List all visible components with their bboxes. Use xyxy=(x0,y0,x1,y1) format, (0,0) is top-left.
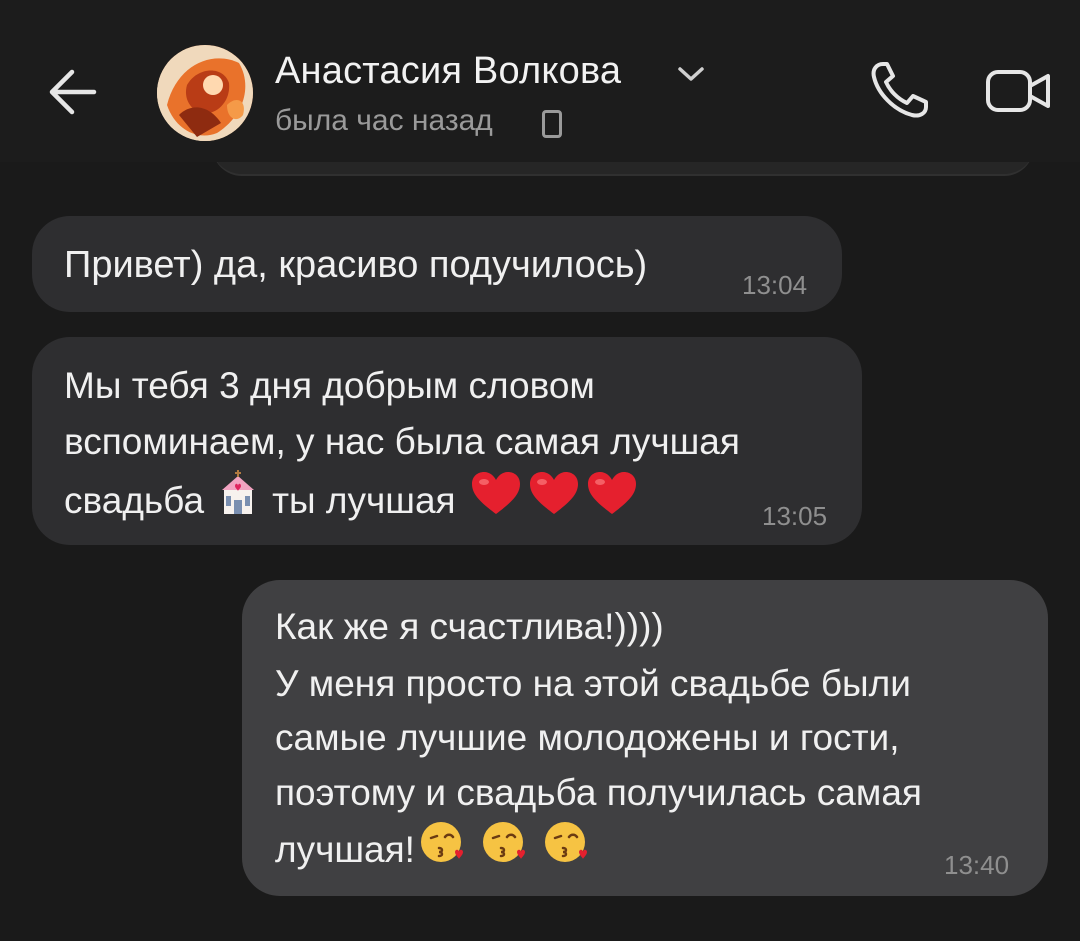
message-text: свадьба xyxy=(64,479,205,521)
phone-call-icon xyxy=(871,62,928,118)
red-heart-emoji xyxy=(528,470,580,530)
message-time: 13:04 xyxy=(742,270,808,300)
message-text: вспоминаем, у нас была самая лучшая xyxy=(64,421,740,462)
message-bubble-incoming[interactable]: Мы тебя 3 дня добрым словом вспоминаем, … xyxy=(32,337,862,545)
message-text: поэтому и свадьба получилась самая xyxy=(275,772,922,813)
contact-menu-toggle[interactable] xyxy=(676,64,706,84)
message-time: 13:05 xyxy=(762,501,828,531)
message-text: самые лучшие молодожены и гости, xyxy=(275,717,900,758)
video-camera-icon xyxy=(986,70,1050,112)
message-text: Мы тебя 3 дня добрым словом xyxy=(64,365,595,406)
arrow-left-icon xyxy=(49,69,97,115)
avatar[interactable] xyxy=(157,45,253,141)
red-heart-emoji xyxy=(470,470,522,530)
last-seen-status: была час назад xyxy=(275,104,493,137)
wedding-chapel-emoji xyxy=(218,470,258,530)
contact-name[interactable]: Анастасия Волкова xyxy=(275,50,621,93)
chat-header: Анастасия Волкова была час назад xyxy=(0,0,1080,162)
video-call-button[interactable] xyxy=(984,66,1054,116)
phone-device-icon xyxy=(542,110,562,138)
message-text: У меня просто на этой свадьбе были xyxy=(275,663,911,704)
red-heart-emoji xyxy=(586,470,638,530)
message-text: Привет) да, красиво подучилось) xyxy=(64,244,648,286)
call-button[interactable] xyxy=(866,58,936,124)
face-blowing-kiss-emoji xyxy=(481,818,529,880)
message-bubble-incoming[interactable]: Привет) да, красиво подучилось) 13:04 xyxy=(32,216,842,312)
message-time: 13:40 xyxy=(944,850,1010,880)
chevron-down-icon xyxy=(678,67,704,81)
avatar-image xyxy=(157,45,253,141)
face-blowing-kiss-emoji xyxy=(543,818,591,880)
message-text: лучшая! xyxy=(275,828,415,870)
face-blowing-kiss-emoji xyxy=(419,818,467,880)
back-button[interactable] xyxy=(42,64,106,120)
message-text: Как же я счастлива!)))) xyxy=(275,606,664,647)
message-text: ты лучшая xyxy=(272,479,456,521)
message-bubble-outgoing[interactable]: Как же я счастлива!)))) У меня просто на… xyxy=(242,580,1048,896)
